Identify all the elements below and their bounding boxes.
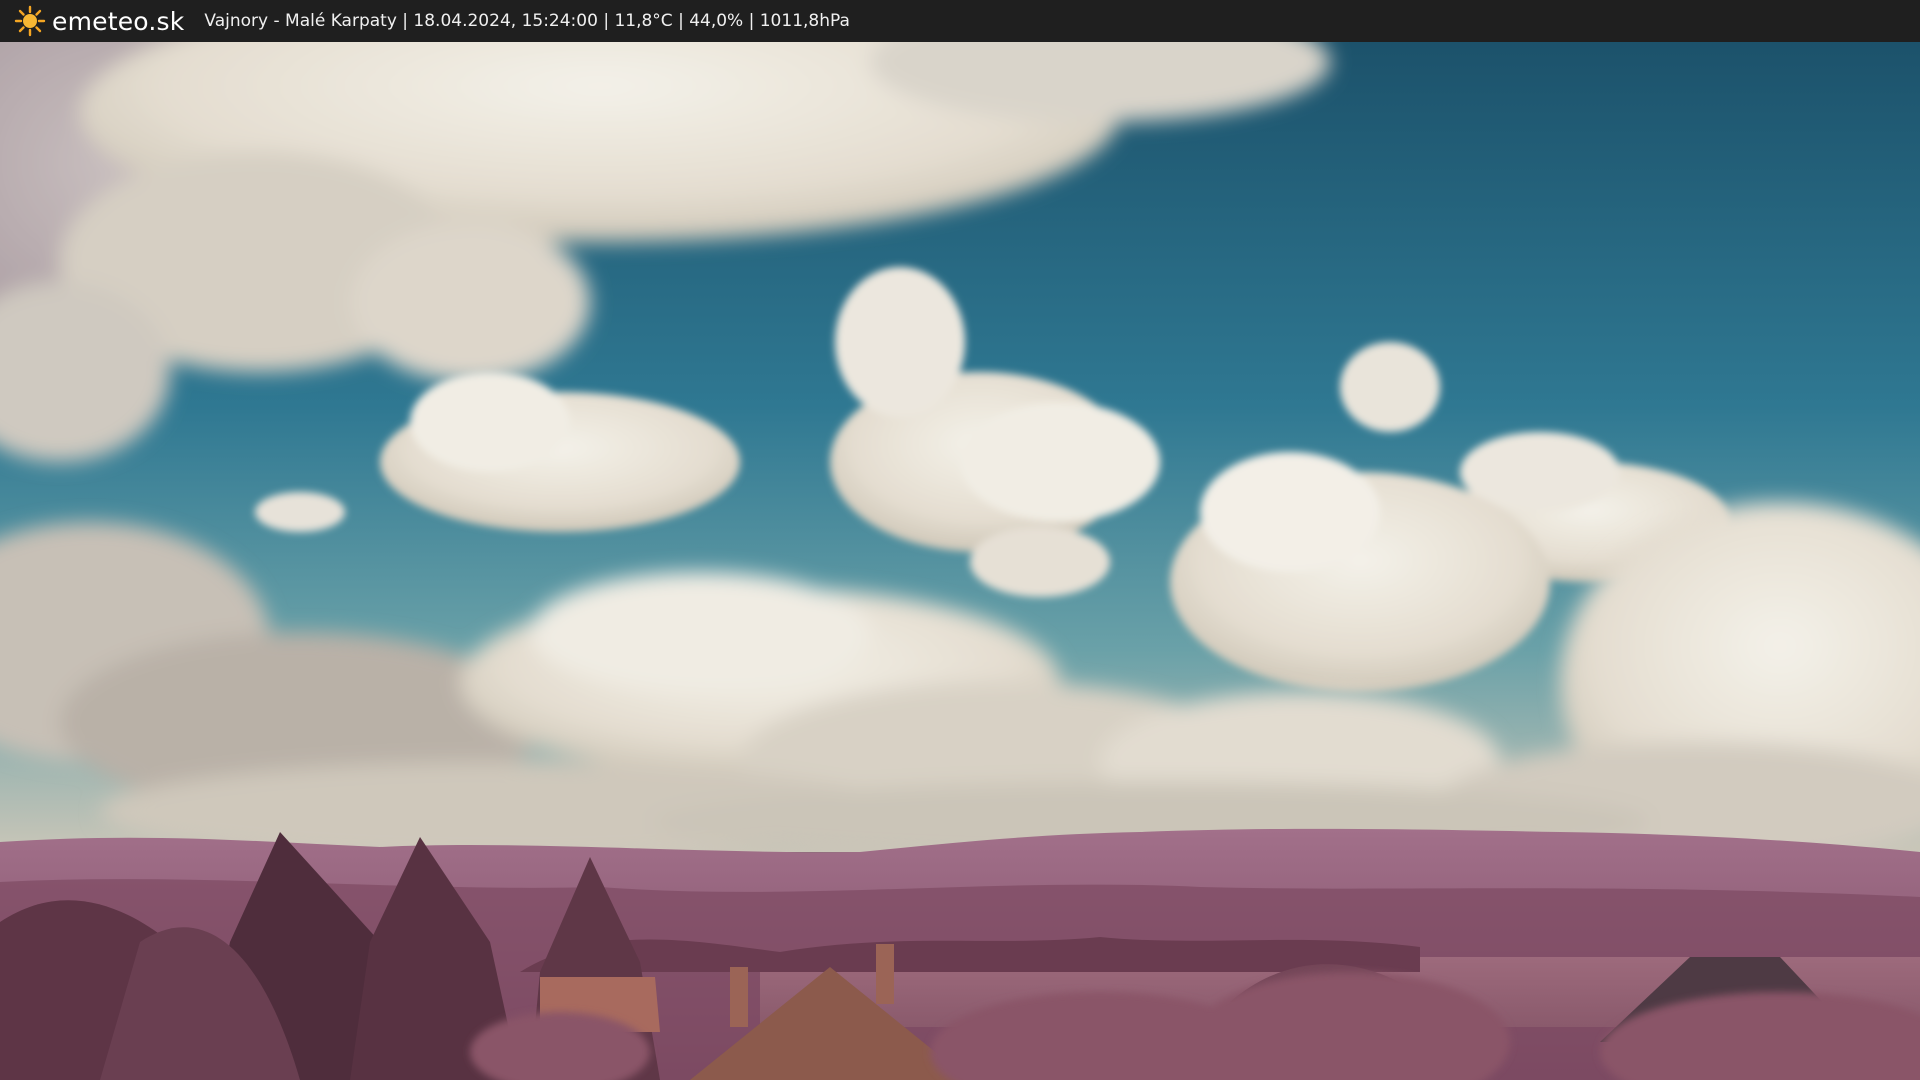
overlay-bar: emeteo.sk Vajnory - Malé Karpaty | 18.04…	[0, 0, 1920, 42]
scene-svg	[0, 42, 1920, 1080]
webcam-image	[0, 42, 1920, 1080]
brand[interactable]: emeteo.sk	[14, 0, 184, 42]
sun-icon	[14, 5, 46, 37]
webcam-frame: emeteo.sk Vajnory - Malé Karpaty | 18.04…	[0, 0, 1920, 1080]
station-caption: Vajnory - Malé Karpaty | 18.04.2024, 15:…	[204, 11, 850, 31]
brand-name: emeteo.sk	[52, 6, 185, 36]
